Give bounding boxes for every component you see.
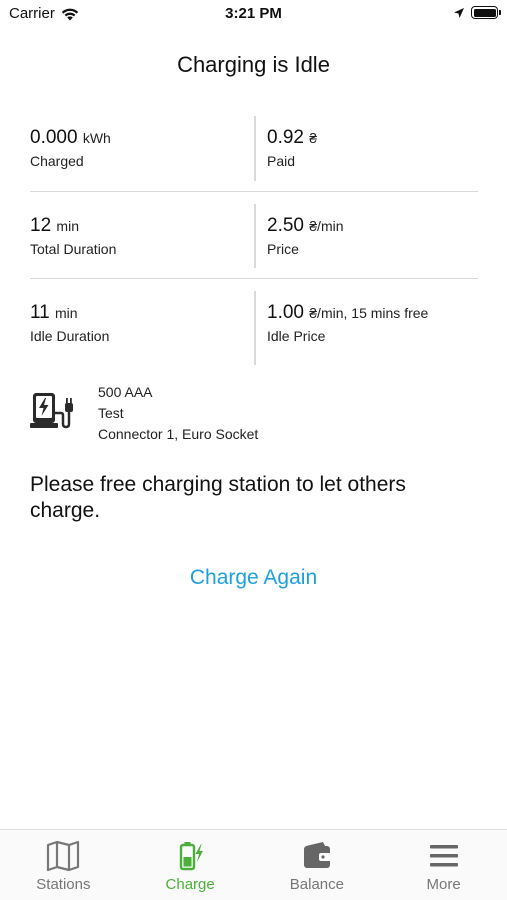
station-name: 500 AAA	[98, 384, 153, 400]
tab-balance-label: Balance	[289, 876, 344, 893]
paid-unit: ₴	[309, 130, 318, 146]
tab-more-label: More	[426, 876, 461, 893]
stat-idle-price: 1.00 ₴/min, 15 mins free Idle Price	[254, 279, 478, 365]
paid-caption: Paid	[267, 153, 296, 169]
charged-unit: kWh	[82, 130, 111, 146]
station-info: 500 AAA Test Connector 1, Euro Socket	[30, 382, 258, 445]
tab-charge[interactable]: Charge	[127, 830, 254, 900]
menu-icon	[429, 845, 458, 867]
tab-balance[interactable]: Balance	[254, 830, 381, 900]
tab-bar: Stations Charge Balance More	[0, 829, 507, 900]
stat-total-duration: 12 min Total Duration	[30, 192, 254, 278]
status-right	[453, 6, 501, 19]
price-unit: ₴/min	[309, 218, 344, 234]
idle-duration-unit: min	[55, 305, 78, 321]
idle-price-value: 1.00	[267, 302, 304, 323]
tab-more[interactable]: More	[380, 830, 507, 900]
idle-price-unit: ₴/min, 15 mins free	[309, 305, 429, 321]
total-duration-caption: Total Duration	[30, 241, 117, 257]
stats-row-energy: 0.000 kWh Charged 0.92 ₴ Paid	[30, 104, 478, 191]
idle-price-caption: Idle Price	[267, 328, 326, 344]
tab-charge-label: Charge	[165, 876, 215, 893]
paid-value: 0.92	[267, 127, 304, 148]
wallet-icon	[303, 842, 331, 868]
idle-message: Please free charging station to let othe…	[30, 473, 406, 522]
stat-price: 2.50 ₴/min Price	[254, 192, 478, 278]
stat-idle-duration: 11 min Idle Duration	[30, 279, 254, 365]
station-location: Test	[98, 405, 124, 421]
tab-stations[interactable]: Stations	[0, 830, 127, 900]
stats-row-idle: 11 min Idle Duration 1.00 ₴/min, 15 mins…	[30, 278, 478, 365]
charged-caption: Charged	[30, 153, 84, 169]
price-caption: Price	[267, 241, 299, 257]
location-arrow-icon	[454, 7, 464, 18]
idle-duration-caption: Idle Duration	[30, 328, 110, 344]
charge-again-button[interactable]: Charge Again	[0, 566, 507, 590]
charging-stats: 0.000 kWh Charged 0.92 ₴ Paid 12 min Tot…	[30, 104, 478, 365]
status-time: 3:21 PM	[225, 5, 282, 22]
charged-value: 0.000	[30, 127, 78, 148]
charging-station-icon	[30, 393, 73, 429]
total-duration-value: 12	[30, 215, 52, 236]
tab-stations-label: Stations	[36, 876, 91, 893]
battery-charge-icon	[179, 842, 204, 871]
page-title: Charging is Idle	[177, 52, 330, 77]
stat-charged: 0.000 kWh Charged	[30, 104, 254, 191]
station-connector: Connector 1, Euro Socket	[98, 426, 259, 442]
idle-duration-value: 11	[30, 302, 50, 323]
battery-icon	[471, 6, 501, 19]
stats-row-duration: 12 min Total Duration 2.50 ₴/min Price	[30, 191, 478, 278]
total-duration-unit: min	[56, 218, 79, 234]
status-bar: Carrier 3:21 PM	[0, 0, 507, 28]
stat-paid: 0.92 ₴ Paid	[254, 104, 478, 191]
price-value: 2.50	[267, 215, 304, 236]
map-icon	[47, 840, 80, 872]
